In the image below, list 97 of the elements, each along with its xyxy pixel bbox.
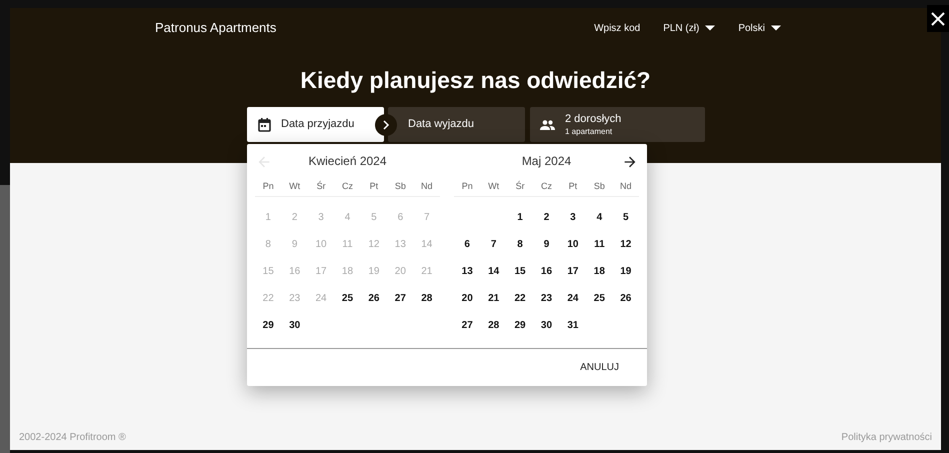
calendar-day: 10: [308, 237, 334, 252]
arrow-right-icon[interactable]: [622, 154, 638, 170]
calendar-day[interactable]: 21: [480, 291, 507, 306]
weekday-label: Pt: [568, 180, 578, 194]
nav-dropdown[interactable]: Polski: [738, 20, 781, 36]
calendar-day: 6: [387, 210, 414, 225]
calendar-day[interactable]: 18: [586, 264, 613, 279]
caret-icon: [705, 25, 716, 31]
calendar-day[interactable]: 14: [480, 264, 507, 279]
weekday-label: Sb: [394, 180, 407, 194]
weekday-label: Cz: [540, 180, 553, 194]
calendar-day: 19: [360, 264, 388, 279]
calendar-day[interactable]: 23: [533, 291, 560, 306]
calendar-day[interactable]: 25: [586, 291, 613, 306]
calendar-day[interactable]: 27: [454, 318, 480, 333]
calendar-day[interactable]: 10: [560, 237, 586, 252]
weekday-label: Śr: [316, 180, 327, 194]
calendar-day: 18: [334, 264, 361, 279]
calendar-day[interactable]: 1: [506, 210, 534, 225]
people-icon: [540, 120, 555, 130]
calendar-day: 13: [387, 237, 414, 252]
calendar-day[interactable]: 11: [586, 237, 613, 252]
close-button[interactable]: [927, 5, 949, 32]
calendar-day[interactable]: 28: [414, 291, 440, 306]
calendar-day[interactable]: 6: [454, 237, 480, 252]
cancel-button[interactable]: ANULUJ: [580, 360, 619, 375]
calendar-day[interactable]: 9: [533, 237, 560, 252]
calendar-day: 22: [255, 291, 282, 306]
guests-field[interactable]: 2 dorosłych 1 apartament: [530, 107, 705, 142]
calendar-day[interactable]: 29: [255, 318, 282, 333]
copyright-text: 2002-2024 Profitroom ®: [19, 431, 126, 445]
calendar-day[interactable]: 28: [480, 318, 507, 333]
calendar-day: 15: [255, 264, 282, 279]
calendar-day[interactable]: 4: [586, 210, 613, 225]
calendar-day: 5: [360, 210, 388, 225]
calendar-day[interactable]: 24: [560, 291, 586, 306]
arrival-date-field[interactable]: Data przyjazdu: [247, 107, 384, 142]
calendar-day[interactable]: 7: [480, 237, 507, 252]
nav-link[interactable]: Wpisz kod: [594, 20, 640, 36]
close-icon: [931, 12, 945, 26]
calendar-day[interactable]: 26: [612, 291, 639, 306]
month-title: Maj 2024: [522, 153, 572, 170]
calendar-day: 7: [414, 210, 440, 225]
departure-date-field[interactable]: Data wyjazdu: [388, 107, 525, 142]
calendar-day[interactable]: 26: [360, 291, 388, 306]
weekday-label: Sb: [592, 180, 606, 194]
calendar-day[interactable]: 8: [506, 237, 534, 252]
calendar-day[interactable]: 31: [560, 318, 586, 333]
calendar-day: 11: [334, 237, 361, 252]
weekday-label: Śr: [514, 180, 526, 194]
calendar-day: 24: [308, 291, 334, 306]
weekday-label: Pt: [368, 180, 380, 194]
weekday-label: Nd: [619, 180, 633, 194]
calendar-day[interactable]: 27: [387, 291, 414, 306]
page-heading: Kiedy planujesz nas odwiedzić?: [299, 66, 652, 94]
calendar-day[interactable]: 17: [560, 264, 586, 279]
calendar-day: 17: [308, 264, 334, 279]
month-title: Kwiecień 2024: [308, 153, 387, 170]
brand-name: Patronus Apartments: [155, 19, 276, 38]
caret-icon: [771, 25, 781, 31]
calendar-day[interactable]: 30: [281, 318, 308, 333]
calendar-day[interactable]: 25: [334, 291, 361, 306]
guests-sublabel: 1 apartament: [565, 126, 612, 136]
calendar-day: 1: [255, 210, 282, 225]
chevron-right-icon: [375, 114, 397, 136]
calendar-day: 23: [281, 291, 308, 306]
weekday-label: Pn: [262, 180, 275, 194]
calendar-day[interactable]: 5: [612, 210, 639, 225]
weekday-label: Cz: [340, 180, 354, 194]
calendar-day[interactable]: 20: [454, 291, 480, 306]
calendar-day: 14: [414, 237, 440, 252]
calendar-day[interactable]: 19: [612, 264, 639, 279]
calendar-day[interactable]: 12: [612, 237, 639, 252]
calendar-day: 16: [281, 264, 308, 279]
calendar-day: 2: [281, 210, 308, 225]
calendar-day[interactable]: 2: [533, 210, 560, 225]
calendar-day[interactable]: 3: [560, 210, 586, 225]
calendar-day: 20: [387, 264, 414, 279]
calendar-day[interactable]: 15: [506, 264, 534, 279]
calendar-day: 4: [334, 210, 361, 225]
calendar-day[interactable]: 29: [506, 318, 534, 333]
weekday-label: Wt: [487, 180, 500, 194]
calendar-day[interactable]: 30: [533, 318, 560, 333]
calendar-day[interactable]: 16: [533, 264, 560, 279]
guests-label: 2 dorosłych: [565, 112, 622, 126]
weekday-label: Wt: [288, 180, 302, 194]
calendar-icon: [258, 118, 271, 132]
weekday-label: Pn: [460, 180, 474, 194]
calendar-day: 21: [414, 264, 440, 279]
calendar-day[interactable]: 22: [506, 291, 534, 306]
calendar-day: 12: [360, 237, 388, 252]
calendar-day: 8: [255, 237, 282, 252]
calendar-day[interactable]: 13: [454, 264, 480, 279]
nav-dropdown[interactable]: PLN (zł): [663, 20, 716, 36]
calendar-day: 3: [308, 210, 334, 225]
calendar-day: 9: [281, 237, 308, 252]
weekday-label: Nd: [420, 180, 434, 194]
